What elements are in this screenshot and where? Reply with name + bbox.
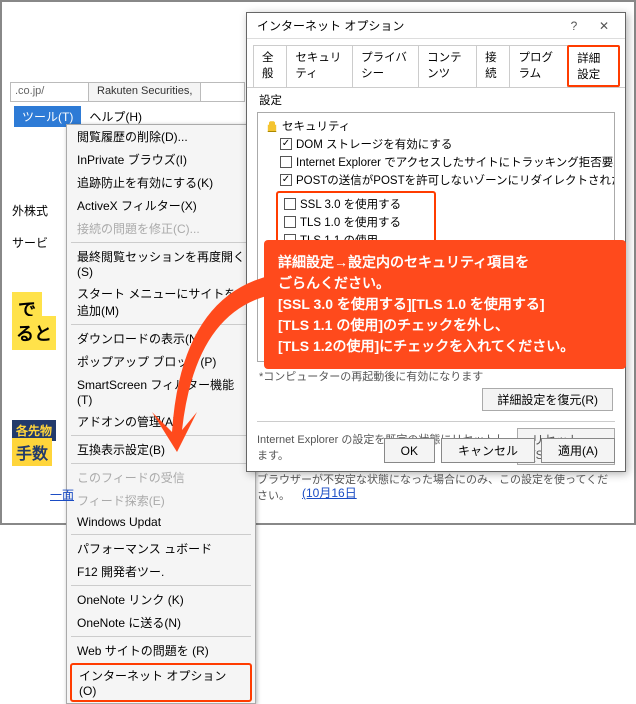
menu-item[interactable]: OneNote リンク (K) (67, 588, 255, 611)
page-fragment: ると (12, 316, 56, 350)
menu-item[interactable]: Windows Updat (67, 512, 255, 532)
settings-group-label: 設定 (247, 88, 625, 108)
page-fragment: 外株式 (12, 202, 48, 219)
close-icon[interactable]: ✕ (589, 19, 619, 33)
page-fragment: サービ (12, 234, 48, 251)
menu-item[interactable]: F12 開発者ツー. (67, 560, 255, 583)
menu-item[interactable]: Web サイトの問題を (R) (67, 639, 255, 662)
dialog-title: インターネット オプション (257, 17, 559, 34)
menu-item: 接続の問題を修正(C)... (67, 217, 255, 240)
tree-item-ssl30[interactable]: SSL 3.0 を使用する (280, 195, 432, 213)
tab-privacy[interactable]: プライバシー (352, 45, 419, 87)
separator (71, 463, 251, 464)
menu-item-internet-options[interactable]: インターネット オプション(O) (70, 663, 252, 702)
menu-item[interactable]: OneNote に送る(N) (67, 611, 255, 634)
tree-head-label: セキュリティ (282, 118, 350, 134)
tab-security[interactable]: セキュリティ (286, 45, 353, 87)
dialog-title-bar: インターネット オプション ? ✕ (247, 13, 625, 39)
menu-item[interactable]: 閲覧履歴の削除(D)... (67, 125, 255, 148)
checkbox[interactable] (284, 198, 296, 210)
dialog-tabs: 全般 セキュリティ プライバシー コンテンツ 接続 プログラム 詳細設定 (247, 39, 625, 88)
tree-item-tls10[interactable]: TLS 1.0 を使用する (280, 213, 432, 231)
tree-item[interactable]: DOM ストレージを有効にする (264, 135, 608, 153)
page-fragment: 手数 (12, 438, 52, 466)
menu-item[interactable]: 追跡防止を有効にする(K) (67, 171, 255, 194)
background-link[interactable]: (10月16日 (302, 484, 357, 501)
ok-button[interactable]: OK (384, 438, 435, 463)
page-link[interactable]: 一面 (50, 486, 74, 503)
tree-item[interactable]: Internet Explorer でアクセスしたサイトにトラッキング拒否要求を… (264, 153, 608, 171)
checkbox[interactable] (280, 174, 292, 186)
restore-advanced-button[interactable]: 詳細設定を復元(R) (482, 388, 613, 411)
tree-security-head: セキュリティ (264, 117, 608, 135)
separator (71, 534, 251, 535)
cancel-button[interactable]: キャンセル (441, 438, 535, 463)
separator (71, 585, 251, 586)
tree-item[interactable]: POSTの送信がPOSTを許可しないゾーンにリダイレクトされた場合に警 (264, 171, 608, 189)
checkbox[interactable] (280, 138, 292, 150)
tab-content[interactable]: コンテンツ (418, 45, 477, 87)
apply-button[interactable]: 適用(A) (541, 438, 615, 463)
tab-programs[interactable]: プログラム (509, 45, 568, 87)
checkbox[interactable] (280, 156, 292, 168)
menu-item[interactable]: ActiveX フィルター(X) (67, 194, 255, 217)
restart-note: *コンピューターの再起動後に有効になります (247, 366, 625, 386)
tab-general[interactable]: 全般 (253, 45, 287, 87)
lock-icon (266, 120, 278, 132)
browser-tab[interactable]: Rakuten Securities, (88, 82, 201, 102)
menu-item: フィード探索(E) (67, 489, 255, 512)
instruction-callout: 詳細設定→設定内のセキュリティ項目を ごらんください。 [SSL 3.0 を使用… (264, 240, 626, 369)
menu-item[interactable]: パフォーマンス ュボード (67, 537, 255, 560)
menu-item: このフィードの受信 (67, 466, 255, 489)
menu-item[interactable]: InPrivate ブラウズ(I) (67, 148, 255, 171)
dialog-buttons: OK キャンセル 適用(A) (384, 438, 615, 463)
help-icon[interactable]: ? (559, 19, 589, 33)
tab-connections[interactable]: 接続 (476, 45, 510, 87)
checkbox[interactable] (284, 216, 296, 228)
separator (71, 636, 251, 637)
tab-advanced[interactable]: 詳細設定 (567, 45, 620, 87)
